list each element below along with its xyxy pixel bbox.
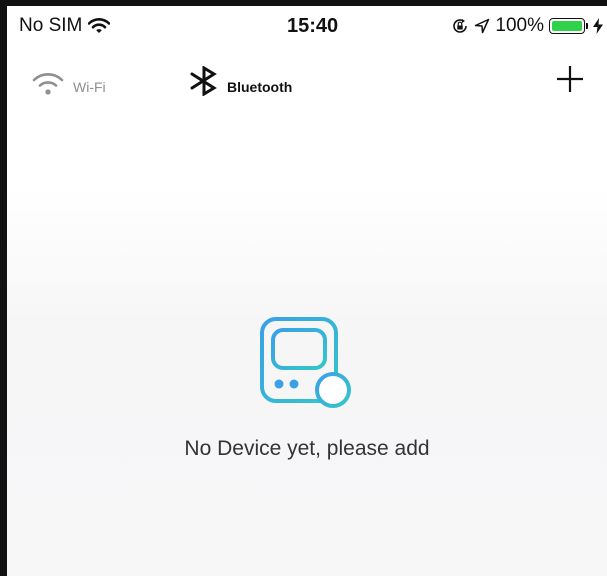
status-bar: No SIM 15:40 100% [7, 6, 607, 48]
battery-icon [549, 18, 588, 34]
battery-cap [586, 23, 588, 29]
status-left: No SIM [19, 15, 111, 37]
nav-bar: Wi-Fi Bluetooth [7, 48, 607, 118]
status-right: 100% [451, 15, 603, 37]
battery-percent: 100% [495, 15, 544, 36]
device-add-icon [260, 317, 351, 408]
tab-wifi[interactable]: Wi-Fi [31, 70, 106, 96]
orientation-lock-icon [453, 19, 468, 33]
tab-bluetooth[interactable]: Bluetooth [189, 66, 292, 96]
carrier-label: No SIM [19, 15, 83, 36]
phone-screen: No SIM 15:40 100% Wi-Fi Bluetooth No Dev… [0, 0, 607, 576]
tab-bluetooth-label: Bluetooth [227, 79, 293, 95]
battery-body [549, 18, 585, 34]
status-time: 15:40 [287, 15, 339, 37]
empty-state: No Device yet, please add [7, 316, 607, 461]
location-arrow-icon [475, 18, 490, 34]
wifi-icon [32, 73, 64, 95]
add-device-button[interactable] [555, 64, 585, 94]
wifi-signal-icon [88, 18, 111, 33]
battery-fill [552, 21, 582, 31]
charging-bolt-icon [593, 18, 603, 34]
tab-wifi-label: Wi-Fi [73, 79, 106, 95]
empty-state-message: No Device yet, please add [184, 437, 430, 460]
bluetooth-icon [190, 66, 217, 96]
